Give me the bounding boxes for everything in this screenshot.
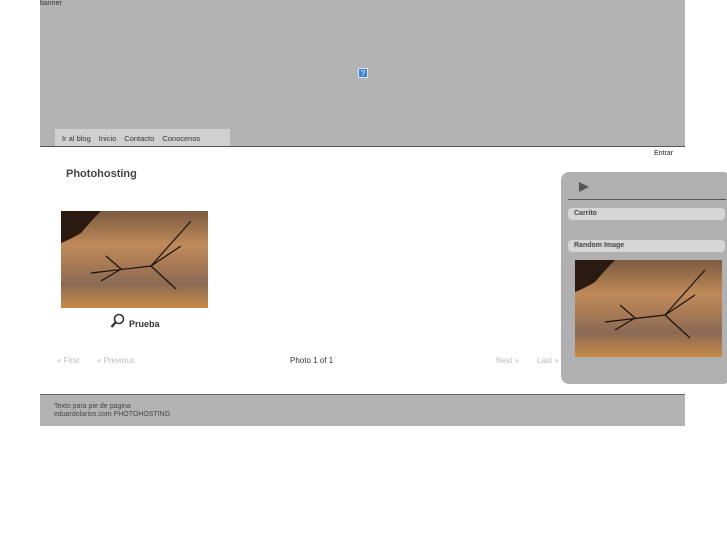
sidebar-divider [568, 199, 726, 200]
login-link[interactable]: Entrar [654, 150, 673, 157]
banner-label: banner [40, 0, 62, 7]
main-nav: Ir al blog Inicio Contacto Conocenos [55, 129, 230, 147]
random-image-header: Random Image [568, 240, 725, 252]
footer-text: Texto para pie de pagina [54, 403, 131, 410]
photo-title[interactable]: Prueba [129, 319, 160, 329]
photo-caption: Prueba [110, 313, 160, 329]
nav-item-contacto[interactable]: Contacto [124, 134, 154, 143]
play-icon[interactable] [579, 182, 589, 192]
sidebar: Carrito Random Image [561, 172, 727, 384]
photo-thumbnail[interactable] [61, 211, 208, 308]
header-divider [40, 146, 685, 147]
broken-image-icon: ? [358, 68, 368, 78]
footer: Texto para pie de pagina eduardolarios.c… [40, 394, 685, 426]
pager-first[interactable]: « First [57, 356, 79, 365]
banner: banner ? Ir al blog Inicio Contacto Cono… [40, 0, 685, 147]
pager-last[interactable]: Last » [537, 356, 559, 365]
cart-header: Carrito [568, 208, 725, 220]
page-title: Photohosting [66, 168, 137, 180]
nav-item-inicio[interactable]: Inicio [99, 134, 117, 143]
magnifier-icon[interactable] [110, 313, 126, 329]
pager-previous[interactable]: « Previous [97, 356, 135, 365]
pager-count: Photo 1 of 1 [290, 356, 334, 365]
nav-item-conocenos[interactable]: Conocenos [162, 134, 200, 143]
random-image[interactable] [575, 260, 722, 357]
nav-item-blog[interactable]: Ir al blog [62, 134, 91, 143]
footer-credit: eduardolarios.com PHOTOHOSTING [54, 411, 171, 418]
pager-next[interactable]: Next » [496, 356, 519, 365]
